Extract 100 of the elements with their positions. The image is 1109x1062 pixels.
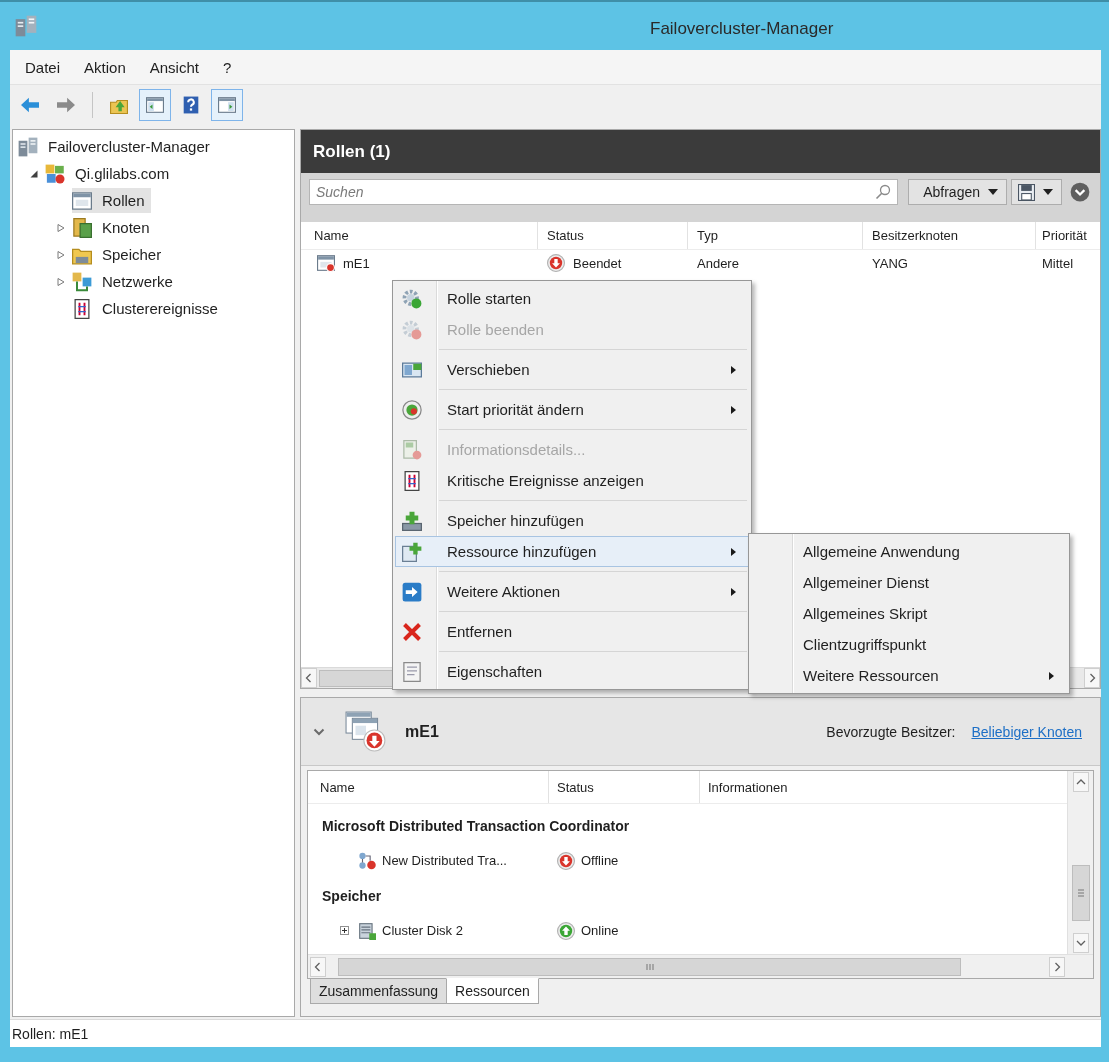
group-header: Microsoft Distributed Transaction Coordinator [322, 817, 630, 834]
chevron-right-icon[interactable] [1049, 956, 1065, 977]
back-arrow-icon [21, 96, 39, 114]
group-header: Speicher [322, 887, 382, 904]
scroll-thumb[interactable] [1071, 865, 1090, 921]
menu-item[interactable]: Rolle starten [395, 283, 749, 314]
menu-item[interactable]: Allgemeiner Dienst [751, 567, 1067, 598]
submenu-arrow-icon [731, 405, 736, 414]
submenu-arrow-icon [731, 365, 736, 374]
column-header[interactable]: Name [301, 222, 538, 249]
scroll-thumb[interactable] [338, 957, 961, 976]
column-header[interactable]: Typ [688, 222, 863, 249]
tree-item[interactable]: Qi.glilabs.com [45, 161, 176, 186]
query-button[interactable]: Abfragen [908, 179, 1007, 205]
arrow-tile-icon [402, 581, 422, 602]
sheet-icon [402, 661, 422, 682]
preferred-owners-link[interactable]: Beliebiger Knoten [971, 723, 1082, 740]
menu-item[interactable]: Entfernen [395, 616, 749, 647]
forward-arrow-icon [57, 96, 75, 114]
menu-item[interactable]: ? [210, 55, 244, 79]
search-field[interactable]: Suchen [309, 179, 899, 205]
plus-box-icon[interactable] [340, 926, 349, 935]
caret-right-icon[interactable] [57, 277, 65, 286]
window-icon [72, 190, 92, 211]
scrollbar-corner [1067, 954, 1093, 978]
grip-icon [1076, 889, 1085, 897]
tree-item[interactable]: Rollen [72, 188, 151, 213]
chevron-right-icon[interactable] [1084, 668, 1100, 688]
tree-item[interactable]: Clusterereignisse [72, 296, 224, 321]
event-log-icon [402, 470, 422, 491]
tab[interactable]: Zusammenfassung [310, 978, 448, 1004]
tree-item[interactable]: Failovercluster-Manager [18, 134, 216, 159]
menu-item[interactable]: Weitere Ressourcen [751, 660, 1067, 691]
table-cell-text: Mittel [1041, 254, 1075, 273]
table-cell: mE1 [343, 255, 370, 271]
table-cell: Online [581, 923, 619, 938]
servers-icon [15, 15, 37, 37]
tree-item[interactable]: Speicher [72, 242, 168, 267]
caret-icon [1043, 189, 1053, 195]
panel-title: Rollen (1) [313, 141, 391, 162]
gear-icon [402, 288, 422, 309]
caret-right-icon[interactable] [57, 223, 65, 232]
tab[interactable]: Ressourcen [446, 978, 539, 1004]
document-icon [402, 439, 422, 460]
pane-icon [218, 96, 236, 114]
menu-item[interactable]: Allgemeines Skript [751, 598, 1067, 629]
column-header[interactable]: Name [308, 771, 549, 803]
chevron-up-icon[interactable] [1072, 772, 1089, 792]
menu-item[interactable]: Clientzugriffspunkt [751, 629, 1067, 660]
tree-item[interactable]: Netzwerke [72, 269, 179, 294]
menu-item[interactable]: Ansicht [137, 55, 211, 79]
column-header[interactable]: Informationen [700, 771, 1067, 803]
caret-right-icon[interactable] [57, 250, 65, 259]
table-cell: Offline [581, 853, 619, 868]
submenu-arrow-icon [731, 547, 736, 556]
menu-item[interactable]: Aktion [72, 55, 138, 79]
tree-pane-button[interactable] [139, 89, 171, 121]
disk-plus-icon [402, 510, 422, 531]
network-icon [72, 271, 92, 292]
menu-item[interactable]: Verschieben [395, 354, 749, 385]
tree-item[interactable]: Knoten [72, 215, 156, 240]
chevron-down-icon[interactable] [1072, 933, 1089, 953]
menu-item[interactable]: Datei [13, 55, 73, 79]
column-header[interactable]: Status [538, 222, 688, 249]
details-title: mE1 [405, 722, 439, 741]
chevron-circle-icon[interactable] [1070, 182, 1090, 202]
menu-item[interactable]: Kritische Ereignisse anzeigen [395, 465, 749, 496]
chevron-left-icon[interactable] [310, 956, 326, 977]
gear-icon [402, 319, 422, 340]
menu-item[interactable]: Eigenschaften [395, 656, 749, 687]
menu-item[interactable]: Ressource hinzufügen [395, 536, 749, 567]
vertical-scrollbar[interactable] [1067, 771, 1093, 954]
caret-icon [988, 189, 998, 195]
submenu-arrow-icon [731, 587, 736, 596]
cluster-icon [45, 163, 65, 184]
table-cell-text: YANG [871, 254, 909, 273]
chevron-left-icon[interactable] [301, 668, 317, 688]
pane-icon [146, 96, 164, 114]
menu-item[interactable]: Speicher hinzufügen [395, 505, 749, 536]
save-button[interactable] [1011, 179, 1062, 205]
caret-down-icon[interactable] [30, 169, 38, 178]
servers-icon [18, 136, 38, 157]
column-header[interactable]: Besitzerknoten [863, 222, 1036, 249]
page-plus-icon [402, 541, 422, 562]
dial-icon [402, 399, 422, 420]
help-icon [182, 96, 200, 114]
preferred-owners-label: Bevorzugte Besitzer: [826, 723, 956, 740]
menu-item[interactable]: Start priorität ändern [395, 394, 749, 425]
menu-item[interactable]: Allgemeine Anwendung [751, 536, 1067, 567]
save-icon [1018, 183, 1035, 201]
status-text: Rollen: mE1 [12, 1025, 89, 1042]
action-pane-button[interactable] [211, 89, 243, 121]
column-header[interactable]: Priorität [1036, 222, 1100, 249]
menu-item[interactable]: Weitere Aktionen [395, 576, 749, 607]
table-cell: Cluster Disk 2 [382, 923, 463, 938]
search-icon [875, 184, 892, 200]
column-header[interactable]: Status [549, 771, 700, 803]
monitor-icon [402, 359, 422, 380]
table-cell-text: Andere [696, 254, 740, 273]
horizontal-scrollbar[interactable] [308, 954, 1067, 978]
